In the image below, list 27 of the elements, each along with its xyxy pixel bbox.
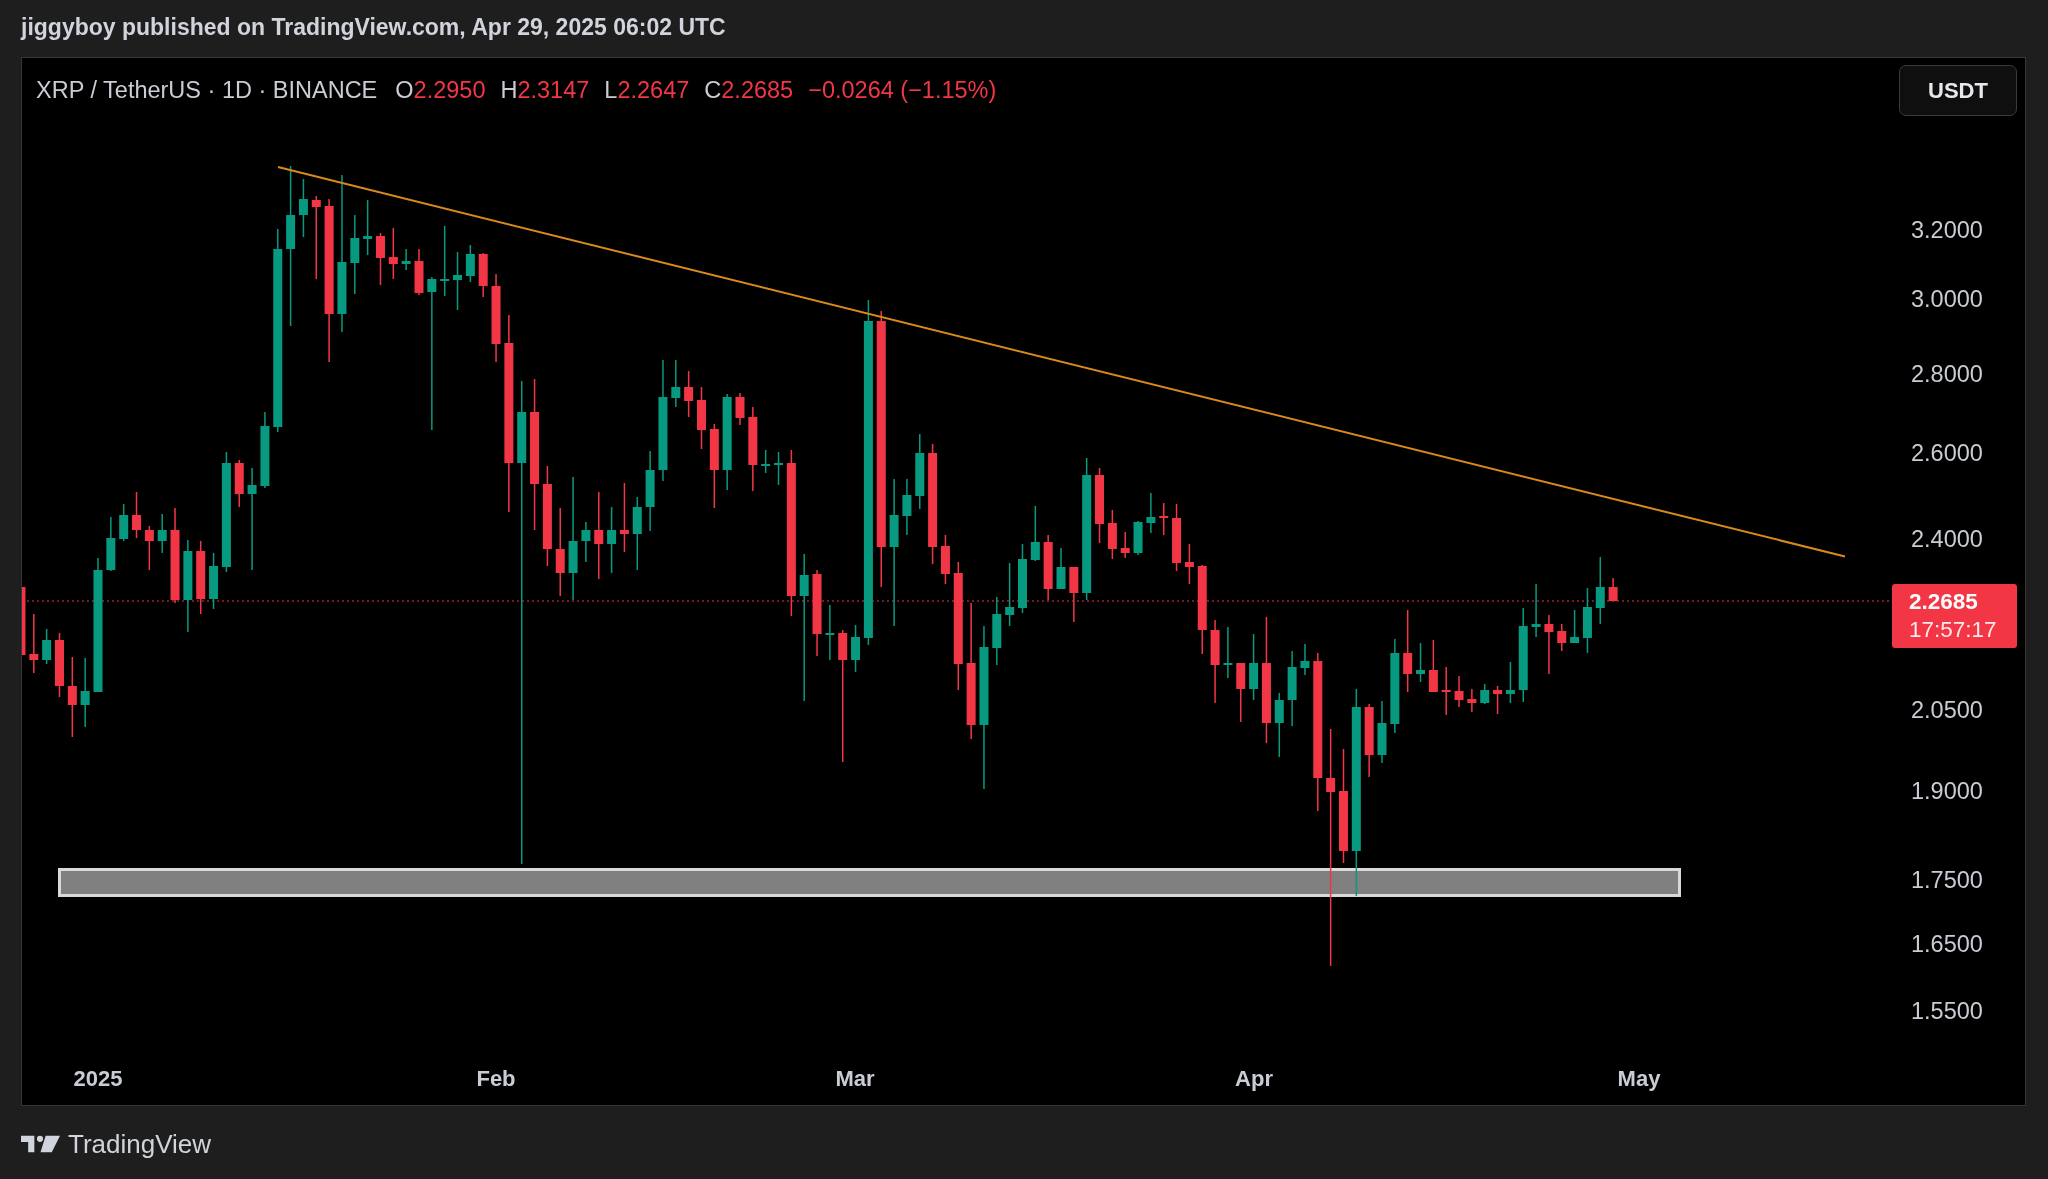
time-label: 2025 — [73, 1065, 123, 1093]
time-label: Mar — [835, 1065, 875, 1093]
price-tick: 3.2000 — [1911, 216, 1983, 244]
time-label: May — [1617, 1065, 1661, 1093]
price-tick: 1.9000 — [1911, 777, 1983, 805]
price-change: −0.0264 (−1.15%) — [808, 76, 997, 104]
ohlc-value: O2.2950 — [395, 76, 486, 104]
price-tick: 2.8000 — [1911, 360, 1983, 388]
publish-info: jiggyboy published on TradingView.com, Apr 29, 2025 06:02 UTC — [21, 12, 726, 41]
ohlc-value: L2.2647 — [604, 76, 690, 104]
time-label: Apr — [1235, 1065, 1273, 1093]
brand-name: TradingView — [68, 1128, 212, 1159]
price-tick: 1.6500 — [1911, 930, 1983, 958]
price-tick: 1.7500 — [1911, 866, 1983, 894]
price-tick: 2.4000 — [1911, 525, 1983, 553]
ohlc-value: H2.3147 — [500, 76, 590, 104]
currency-button[interactable]: USDT — [1899, 65, 2017, 116]
price-tick: 3.0000 — [1911, 285, 1983, 313]
last-price-value: 2.2685 — [1909, 588, 1979, 616]
logo-icon — [21, 1134, 60, 1153]
ohlc-value: C2.2685 — [704, 76, 794, 104]
time-label: Feb — [476, 1065, 516, 1093]
price-tick: 1.5500 — [1911, 997, 1983, 1025]
price-tick: 2.6000 — [1911, 439, 1983, 467]
price-tick: 2.0500 — [1911, 696, 1983, 724]
symbol-title: XRP / TetherUS · 1D · BINANCE — [36, 76, 378, 104]
countdown-timer: 17:57:17 — [1909, 616, 1998, 644]
